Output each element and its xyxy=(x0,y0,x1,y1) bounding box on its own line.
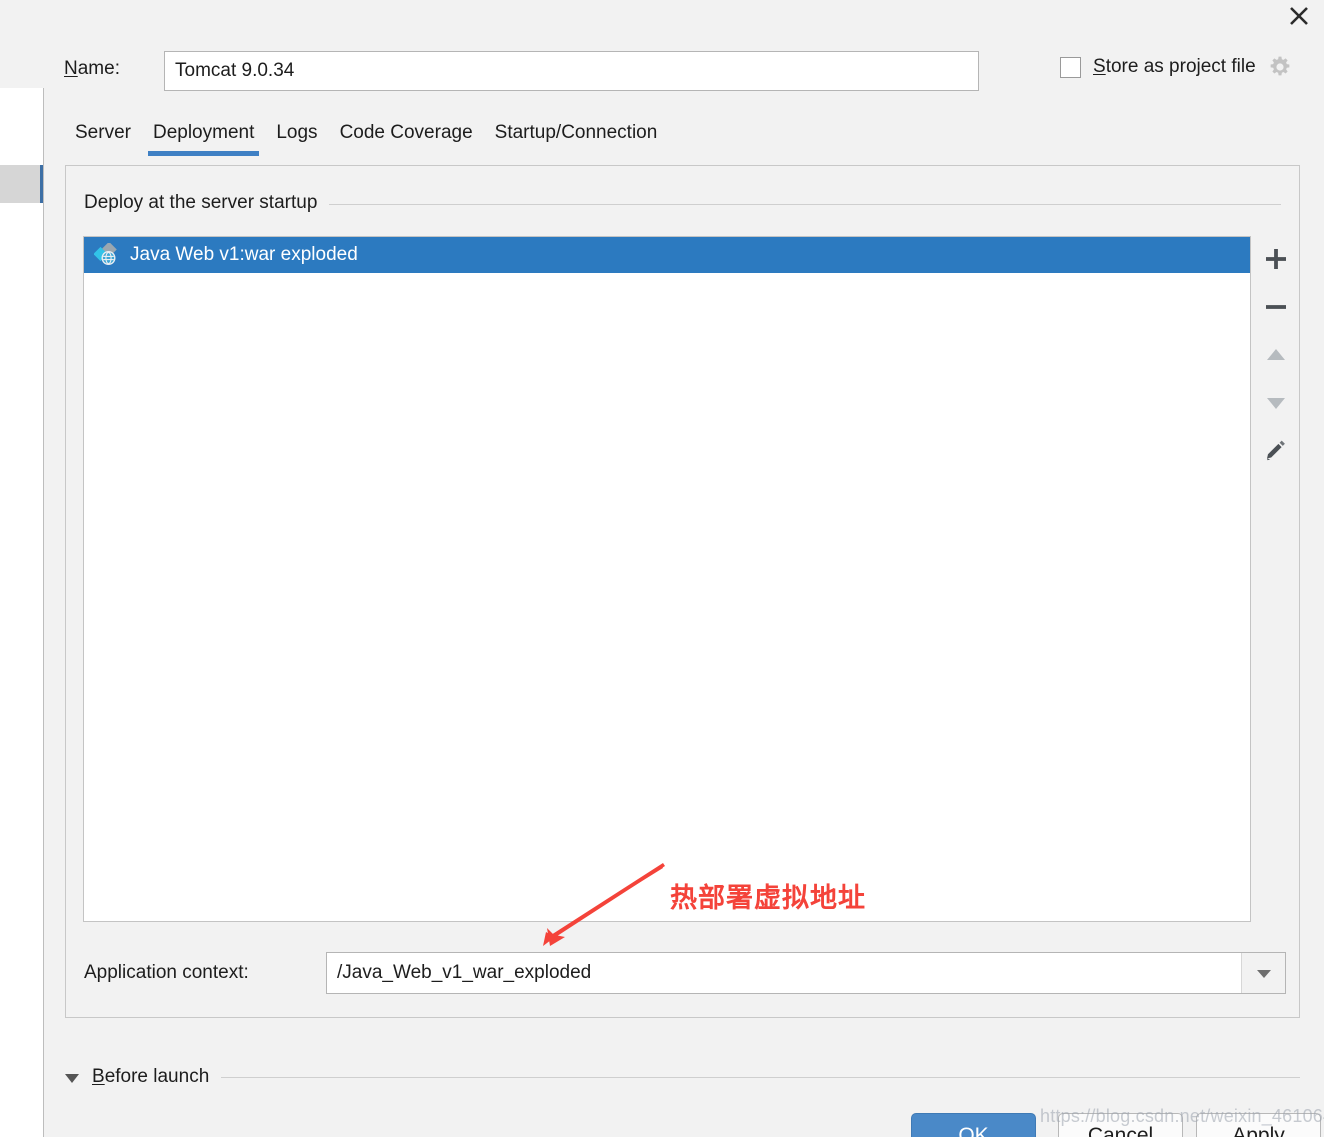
deployment-list[interactable]: Java Web v1:war exploded xyxy=(83,236,1251,922)
run-debug-configurations-dialog: Name: Tomcat 9.0.34 Store as project fil… xyxy=(0,0,1324,1137)
list-item-label: Java Web v1:war exploded xyxy=(130,244,358,265)
tab-server[interactable]: Server xyxy=(64,122,142,156)
name-label: Name: xyxy=(64,58,120,80)
annotation-text: 热部署虚拟地址 xyxy=(670,883,866,914)
deployment-list-toolbar[interactable] xyxy=(1252,236,1300,922)
tree-selected-item[interactable] xyxy=(0,165,43,203)
tab-deployment[interactable]: Deployment xyxy=(142,122,265,156)
application-context-input[interactable]: /Java_Web_v1_war_exploded xyxy=(327,953,1241,993)
tab-logs[interactable]: Logs xyxy=(265,122,328,156)
deploy-group-title: Deploy at the server startup xyxy=(84,192,330,214)
add-button[interactable] xyxy=(1254,240,1298,278)
store-label-rest: tore as project file xyxy=(1105,56,1256,77)
store-as-project-file-checkbox[interactable] xyxy=(1060,56,1081,78)
application-context-row: Application context: /Java_Web_v1_war_ex… xyxy=(84,952,1286,994)
store-label-mnemonic: S xyxy=(1093,56,1106,77)
application-context-field[interactable]: /Java_Web_v1_war_exploded xyxy=(326,952,1286,994)
tree-selection-accent xyxy=(40,165,43,203)
chevron-down-icon[interactable] xyxy=(1241,953,1285,993)
remove-button[interactable] xyxy=(1254,288,1298,326)
before-launch-section[interactable]: Before launch xyxy=(64,1060,1300,1094)
before-launch-mnemonic: B xyxy=(92,1066,105,1087)
application-context-label: Application context: xyxy=(84,962,249,983)
tab-code-coverage[interactable]: Code Coverage xyxy=(329,122,484,156)
triangle-down-icon[interactable] xyxy=(64,1071,80,1083)
close-icon[interactable] xyxy=(1280,0,1318,32)
configurations-tree-panel[interactable] xyxy=(0,88,44,1137)
settings-tabs[interactable]: Server Deployment Logs Code Coverage Sta… xyxy=(64,122,668,160)
move-down-button[interactable] xyxy=(1254,384,1298,422)
tab-startup-connection[interactable]: Startup/Connection xyxy=(484,122,669,156)
watermark: https://blog.csdn.net/weixin_46106401 xyxy=(1040,1106,1324,1126)
before-launch-separator xyxy=(221,1076,1300,1078)
artifact-icon xyxy=(93,241,120,267)
name-label-mnemonic: N xyxy=(64,58,78,79)
move-up-button[interactable] xyxy=(1254,336,1298,374)
store-as-project-file-label: Store as project file xyxy=(1093,56,1256,78)
list-item[interactable]: Java Web v1:war exploded xyxy=(84,237,1250,273)
ok-button[interactable]: OK xyxy=(911,1113,1036,1137)
before-launch-label-rest: efore launch xyxy=(104,1066,210,1087)
before-launch-label: Before launch xyxy=(92,1066,209,1088)
edit-button[interactable] xyxy=(1254,432,1298,470)
gear-icon[interactable] xyxy=(1268,55,1292,79)
store-as-project-file-row[interactable]: Store as project file xyxy=(1060,55,1292,79)
name-label-rest: ame: xyxy=(77,58,120,79)
name-input[interactable]: Tomcat 9.0.34 xyxy=(164,51,979,91)
